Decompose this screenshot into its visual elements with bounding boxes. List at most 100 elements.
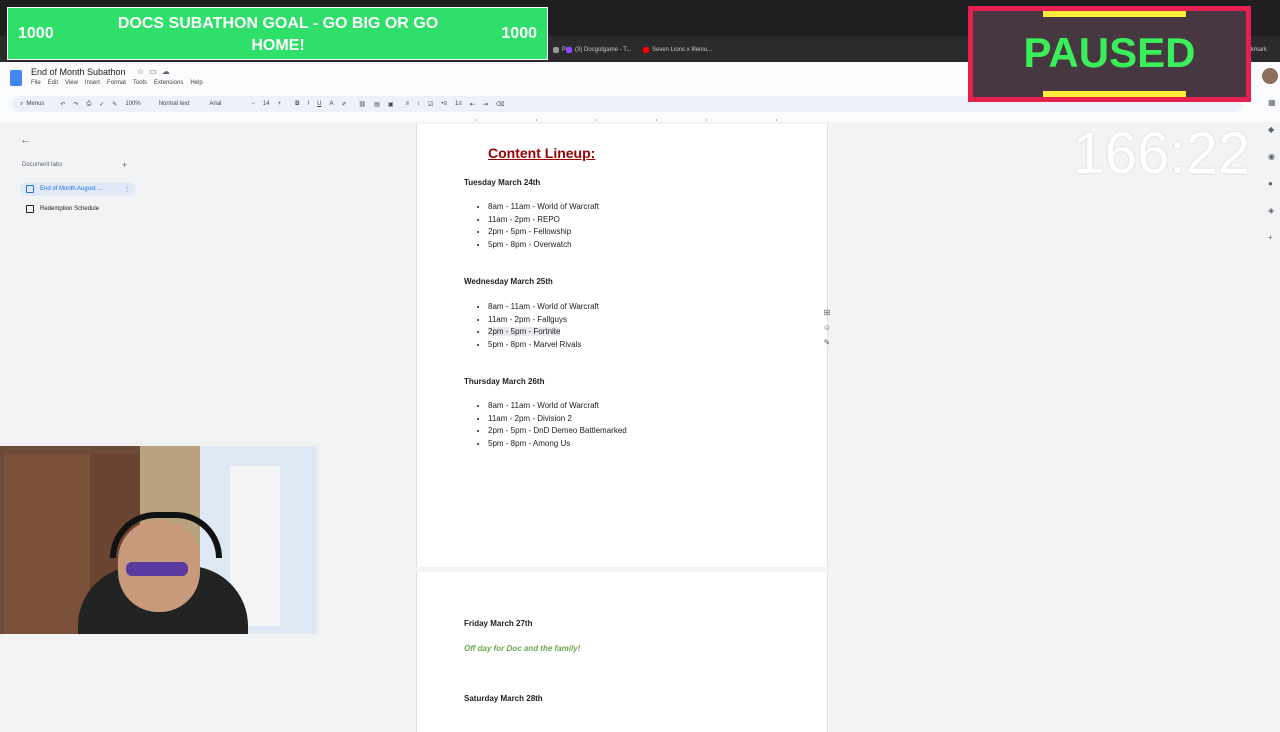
list-item: 2pm - 5pm - Fellowship [488,226,599,239]
accent-bar [1043,91,1186,97]
menu-view[interactable]: View [65,80,78,86]
line-spacing-icon[interactable]: ↕ [417,101,420,107]
list-item: 11am - 2pm - Division 2 [488,413,627,426]
ruler-tick [656,119,657,121]
document-title[interactable]: End of Month Subathon [31,67,126,77]
day-heading: Saturday March 28th [464,694,543,703]
floating-actions: ⊞ ☺ ✎ [820,308,834,364]
tabs-heading: Document tabs [22,162,63,168]
search-icon[interactable]: ⌕ [20,101,23,108]
off-day-note: Off day for Doc and the family! [464,644,581,653]
tasks-icon[interactable]: ◉ [1268,152,1278,161]
bookmark-item[interactable]: Seven Lions x Illeniu... [643,42,712,58]
menu-format[interactable]: Format [107,80,126,86]
list-item: 2pm - 5pm - DnD Demeo Battlemarked [488,425,627,438]
keep-icon[interactable]: ◆ [1268,125,1278,134]
day-heading: Wednesday March 25th [464,277,553,286]
doc-tab-label: End of Month August ... [40,186,103,192]
font-size-input[interactable]: 14 [263,101,270,107]
print-icon[interactable]: ⎙ [86,101,91,108]
bookmark-item[interactable]: (3) Docgotgame - T... [566,42,631,58]
more-options-icon[interactable]: ⋮ [124,186,130,193]
italic-icon[interactable]: I [307,101,309,107]
underline-icon[interactable]: U [317,101,321,107]
user-avatar[interactable] [1262,68,1278,84]
content-lineup-title: Content Lineup: [488,145,596,161]
redo-icon[interactable]: ↷ [73,101,78,108]
font-size-decrease-icon[interactable]: − [251,101,255,107]
paused-panel: PAUSED [973,11,1246,97]
menu-tools[interactable]: Tools [133,80,147,86]
menu-bar: File Edit View Insert Format Tools Exten… [31,80,203,86]
star-icon[interactable]: ☆ [137,67,144,76]
indent-decrease-icon[interactable]: ⇤ [470,101,475,108]
bookmark-icon [553,47,559,53]
undo-icon[interactable]: ↶ [60,101,65,108]
numbered-list-icon[interactable]: 1≡ [455,101,462,107]
subathon-timer: 166:22 [1072,121,1250,186]
youtube-icon [643,47,649,53]
emoji-reaction-icon[interactable]: ☺ [823,323,831,332]
bulleted-list-icon[interactable]: •≡ [441,101,447,107]
bookmark-label: Seven Lions x Illeniu... [652,47,713,53]
calendar-icon[interactable]: ▦ [1268,98,1278,107]
schedule-list: 8am - 11am - World of Warcraft 11am - 2p… [476,201,599,251]
docs-logo-icon[interactable] [10,70,22,86]
glasses [126,562,188,576]
goal-count-left: 1000 [18,25,54,42]
goal-count-right: 1000 [501,25,537,42]
highlight-icon[interactable]: ✐ [341,101,346,108]
goal-text: DOCS SUBATHON GOAL - GO BIG OR GO HOME! [117,15,439,54]
contacts-icon[interactable]: ● [1268,179,1278,188]
list-item: 11am - 2pm - Fallguys [488,314,599,327]
doc-tab-redemption-schedule[interactable]: Redemption Schedule [20,202,136,216]
indent-increase-icon[interactable]: ⇥ [483,101,488,108]
paused-label: PAUSED [1023,29,1196,76]
list-item: 5pm - 8pm - Marvel Rivals [488,339,599,352]
paused-overlay: PAUSED [968,6,1251,102]
checklist-icon[interactable]: ☑ [428,101,433,108]
add-comment-icon[interactable]: ⊞ [824,308,831,317]
clear-formatting-icon[interactable]: ⌫ [496,101,504,108]
suggest-edit-icon[interactable]: ✎ [824,338,831,347]
move-folder-icon[interactable]: ▭ [149,67,157,76]
link-icon[interactable]: ⛓ [359,101,367,108]
ruler[interactable] [416,118,826,122]
doc-tab-end-of-month[interactable]: End of Month August ... ⋮ [20,182,136,196]
document-tab-icon [26,185,34,193]
font-size-increase-icon[interactable]: + [278,101,282,107]
menus-search-label[interactable]: Menus [26,101,44,107]
paint-format-icon[interactable]: ✎ [112,101,117,108]
add-tab-icon[interactable]: + [122,160,127,170]
side-panel-rail: ▦ ◆ ◉ ● ◈ + [1268,98,1278,242]
list-item-selected: 2pm - 5pm - Fortnite [488,326,599,339]
comment-icon[interactable]: ▤ [374,101,380,108]
bold-icon[interactable]: B [295,101,299,107]
back-arrow-icon[interactable]: ← [20,134,31,146]
menu-help[interactable]: Help [190,80,202,86]
menu-extensions[interactable]: Extensions [154,80,183,86]
schedule-list: 8am - 11am - World of Warcraft 11am - 2p… [476,400,627,450]
font-select[interactable]: Arial [209,101,221,107]
selected-text: 2pm - 5pm - Fortnite [488,327,561,336]
webcam-feed [0,442,320,634]
door-image [4,454,90,634]
text-color-icon[interactable]: A [329,101,333,107]
list-item: 8am - 11am - World of Warcraft [488,400,627,413]
add-on-icon[interactable]: + [1268,233,1278,242]
image-icon[interactable]: ▣ [388,101,394,108]
maps-icon[interactable]: ◈ [1268,206,1278,215]
menu-file[interactable]: File [31,80,41,86]
list-item: 5pm - 8pm - Overwatch [488,239,599,252]
list-item: 11am - 2pm - REPO [488,214,599,227]
menu-edit[interactable]: Edit [48,80,58,86]
schedule-list: 8am - 11am - World of Warcraft 11am - 2p… [476,301,599,351]
align-icon[interactable]: ≡ [405,101,409,107]
ruler-tick [776,119,777,121]
zoom-select[interactable]: 100% [125,101,140,107]
list-item: 5pm - 8pm - Among Us [488,438,627,451]
spellcheck-icon[interactable]: ✓ [99,101,104,108]
cloud-status-icon[interactable]: ☁ [162,67,170,76]
style-select[interactable]: Normal text [159,101,190,107]
menu-insert[interactable]: Insert [85,80,100,86]
